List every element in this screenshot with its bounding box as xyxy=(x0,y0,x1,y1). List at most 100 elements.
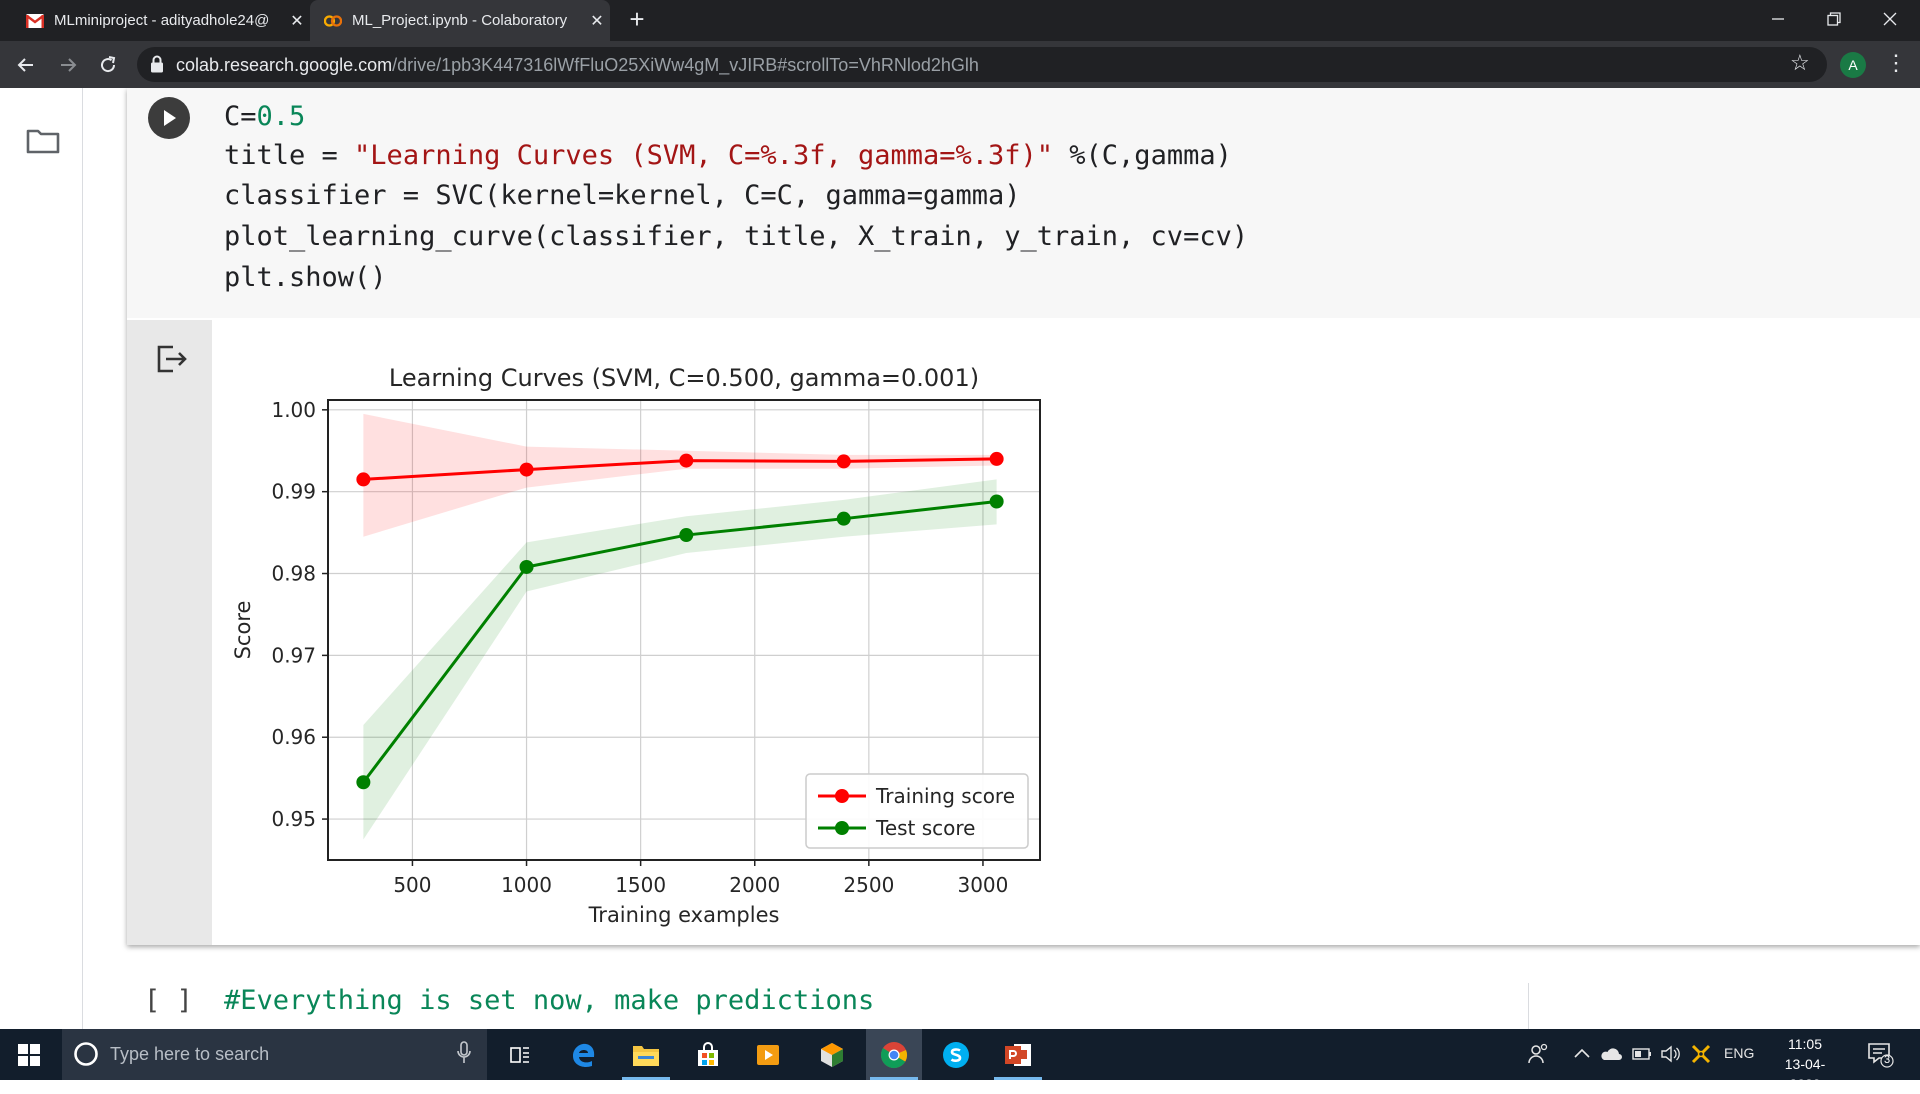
legend-label: Test score xyxy=(875,816,975,840)
code-string: "Learning Curves (SVM, C=%.3f, gamma=%.3… xyxy=(354,140,1054,171)
y-tick-label: 0.98 xyxy=(271,562,316,586)
x-tick-label: 1000 xyxy=(501,873,552,897)
taskbar-skype[interactable] xyxy=(928,1029,984,1080)
volume-icon[interactable] xyxy=(1660,1045,1680,1063)
output-gutter xyxy=(127,320,212,945)
task-view-icon xyxy=(510,1046,529,1063)
reload-button[interactable] xyxy=(88,41,128,88)
tab-title: ML_Project.ipynb - Colaboratory xyxy=(352,12,568,29)
taskbar-app-cube[interactable] xyxy=(804,1029,860,1080)
left-sidebar xyxy=(0,88,83,1029)
close-tab-icon[interactable]: ✕ xyxy=(584,11,610,31)
url-text[interactable]: colab.research.google.com/drive/1pb3K447… xyxy=(176,53,979,77)
data-point xyxy=(989,451,1004,466)
code-number: 0.5 xyxy=(256,101,306,132)
taskbar-edge[interactable] xyxy=(556,1029,612,1080)
taskbar-powerpoint[interactable] xyxy=(990,1029,1046,1080)
x-tick-label: 3000 xyxy=(957,873,1008,897)
data-point xyxy=(989,494,1004,509)
taskbar-media-player[interactable] xyxy=(740,1029,796,1080)
network-warning-icon[interactable] xyxy=(1690,1043,1712,1065)
task-view-button[interactable] xyxy=(492,1029,548,1080)
output-clear-icon[interactable] xyxy=(156,344,188,374)
notification-center-button[interactable]: 3 xyxy=(1866,1040,1894,1068)
microphone-icon[interactable] xyxy=(456,1041,472,1065)
bookmark-star-icon[interactable]: ☆ xyxy=(1790,50,1810,76)
data-point xyxy=(356,775,371,790)
folder-icon[interactable] xyxy=(26,128,60,154)
clock-date: 13-04-2020 xyxy=(1784,1056,1826,1092)
cube-app-icon xyxy=(821,1042,843,1067)
minimize-icon xyxy=(1772,18,1784,20)
cortana-icon xyxy=(74,1042,98,1066)
code-line-4: plot_learning_curve(classifier, title, X… xyxy=(224,221,1249,252)
close-icon xyxy=(1883,12,1897,26)
data-point xyxy=(519,559,534,574)
clock-time: 11:05 xyxy=(1788,1036,1822,1052)
ruler-line xyxy=(1528,983,1529,1029)
y-axis-label: Score xyxy=(231,601,255,660)
forward-arrow-icon xyxy=(61,57,77,72)
code-token: C= xyxy=(224,101,257,132)
data-point xyxy=(679,453,694,468)
restore-icon xyxy=(1827,12,1841,26)
browser-menu-icon[interactable]: ⋮ xyxy=(1885,50,1907,76)
powerpoint-icon xyxy=(1005,1043,1031,1066)
battery-icon[interactable] xyxy=(1632,1048,1652,1060)
plot-output: 500 1000 1500 2000 2500 3000 0.95 0.96 0.97 0.98 0… xyxy=(230,340,1050,1010)
taskbar-file-explorer[interactable] xyxy=(618,1029,674,1080)
store-icon xyxy=(698,1041,718,1066)
system-clock[interactable]: 11:05 13-04-2020 xyxy=(1770,1034,1840,1094)
close-window-button[interactable] xyxy=(1862,0,1918,38)
forward-button[interactable] xyxy=(48,41,88,88)
data-point xyxy=(356,472,371,487)
media-player-icon xyxy=(757,1044,779,1065)
back-button[interactable] xyxy=(6,41,46,88)
chart-title: Learning Curves (SVM, C=0.500, gamma=0.0… xyxy=(389,364,979,392)
people-icon[interactable] xyxy=(1528,1043,1548,1065)
profile-avatar[interactable]: A xyxy=(1840,52,1866,78)
play-icon xyxy=(164,110,176,126)
code-line-1: C=0.5 xyxy=(224,101,305,132)
gmail-icon xyxy=(26,12,44,30)
code-line-2: title = "Learning Curves (SVM, C=%.3f, g… xyxy=(224,140,1232,171)
legend-marker xyxy=(835,821,849,835)
y-tick-label: 0.96 xyxy=(271,725,316,749)
chevron-up-icon[interactable] xyxy=(1574,1048,1590,1058)
edge-icon xyxy=(573,1043,595,1067)
restore-button[interactable] xyxy=(1806,0,1862,38)
onedrive-icon[interactable] xyxy=(1600,1047,1622,1061)
tab-colab[interactable]: ML_Project.ipynb - Colaboratory ✕ xyxy=(310,0,610,41)
code-token: %(C,gamma) xyxy=(1053,140,1232,171)
close-tab-icon[interactable]: ✕ xyxy=(284,11,310,31)
y-tick-label: 0.95 xyxy=(271,807,316,831)
tab-title: MLminiproject - adityadhole24@ xyxy=(54,12,270,29)
tab-gmail[interactable]: MLminiproject - adityadhole24@ ✕ xyxy=(12,0,310,41)
run-cell-button[interactable] xyxy=(148,97,190,139)
learning-curve-chart: 500 1000 1500 2000 2500 3000 0.95 0.96 0.97 0.98 0… xyxy=(231,364,1041,927)
y-tick-label: 0.97 xyxy=(271,643,316,667)
skype-icon xyxy=(943,1041,969,1068)
taskbar-chrome[interactable] xyxy=(866,1029,922,1080)
colab-icon xyxy=(324,12,342,30)
data-point xyxy=(836,454,851,469)
search-placeholder: Type here to search xyxy=(110,1044,270,1064)
y-tick-label: 1.00 xyxy=(271,398,316,422)
url-host: colab.research.google.com xyxy=(176,55,393,75)
windows-start-icon[interactable] xyxy=(18,1044,40,1066)
language-indicator[interactable]: ENG xyxy=(1724,1045,1754,1061)
cell-run-indicator[interactable]: [ ] xyxy=(144,985,193,1016)
x-tick-label: 500 xyxy=(393,873,431,897)
code-comment: #Everything is set now, make predictions xyxy=(224,985,875,1016)
legend-label: Training score xyxy=(875,784,1015,808)
back-arrow-icon xyxy=(17,57,33,72)
code-token: title = xyxy=(224,140,355,171)
data-point xyxy=(679,528,694,543)
taskbar-store[interactable] xyxy=(680,1029,736,1080)
new-tab-button[interactable]: + xyxy=(622,4,652,35)
notification-count: 3 xyxy=(1883,1054,1891,1066)
code-line-5: plt.show() xyxy=(224,262,387,293)
minimize-button[interactable] xyxy=(1750,0,1806,38)
code-line-3: classifier = SVC(kernel=kernel, C=C, gam… xyxy=(224,180,1021,211)
x-tick-label: 1500 xyxy=(615,873,666,897)
